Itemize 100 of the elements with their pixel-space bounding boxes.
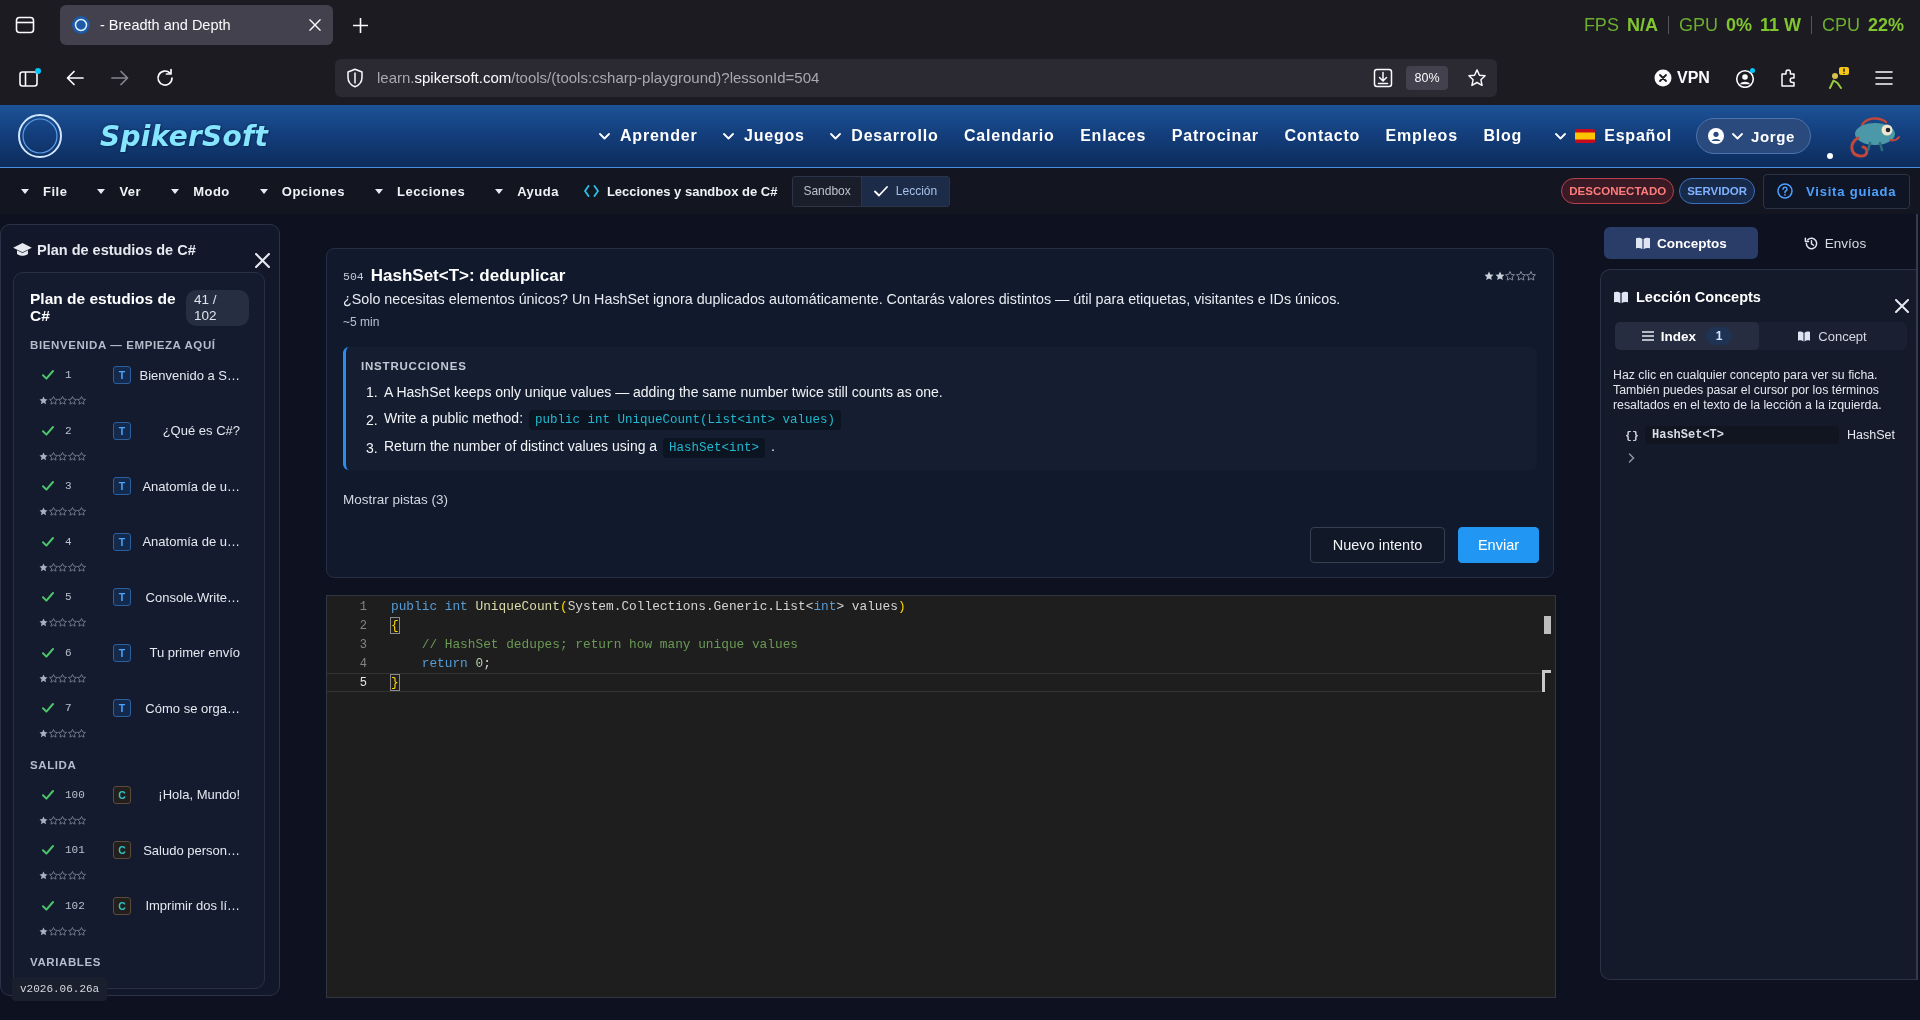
nav-link[interactable]: Contacto xyxy=(1284,127,1361,145)
user-menu-button[interactable]: Jorge xyxy=(1696,118,1811,154)
star-icon xyxy=(77,673,86,683)
nav-link[interactable]: Enlaces xyxy=(1080,127,1147,145)
perf-label: FPS xyxy=(1583,16,1619,34)
lesson-number: 6 xyxy=(65,646,73,659)
lesson-title[interactable]: ¿Qué es C#? xyxy=(139,423,240,438)
lesson-title[interactable]: Saludo person… xyxy=(139,842,240,858)
star-icon xyxy=(48,729,58,738)
star-icon xyxy=(48,507,58,516)
panel-tab[interactable]: Envíos xyxy=(1758,227,1912,259)
account-icon[interactable] xyxy=(1734,67,1755,88)
nav-link[interactable]: Blog xyxy=(1483,127,1523,145)
lesson-title[interactable]: Anatomía de u… xyxy=(139,534,240,549)
list-icon xyxy=(1641,331,1654,341)
site-logo[interactable]: SpikerSoft xyxy=(100,119,269,153)
lesson-type-badge: C xyxy=(113,841,131,859)
concept-name: HashSet xyxy=(1847,428,1895,442)
language-selector[interactable]: Español xyxy=(1555,127,1672,145)
menu-button[interactable]: File xyxy=(21,183,68,199)
menu-button[interactable]: Lecciones xyxy=(375,183,466,199)
scrollbar-thumb[interactable] xyxy=(1544,616,1551,634)
caret-down-icon xyxy=(495,188,504,194)
lesson-title[interactable]: Cómo se orga… xyxy=(139,700,240,716)
status-badge: SERVIDOR xyxy=(1679,178,1755,204)
star-icon xyxy=(77,729,86,738)
sidebar-icon[interactable] xyxy=(19,67,41,88)
nav-link[interactable]: Desarrollo xyxy=(830,127,939,145)
concept-term[interactable]: HashSet<T> xyxy=(1645,426,1839,444)
star-icon xyxy=(48,451,58,461)
instructions-heading: INSTRUCCIONES xyxy=(361,360,468,372)
new-attempt-button[interactable]: Nuevo intento xyxy=(1310,527,1445,563)
nav-link[interactable]: Calendario xyxy=(963,127,1055,145)
nav-link[interactable]: Empleos xyxy=(1385,127,1458,145)
star-icon xyxy=(39,618,48,627)
lesson-title[interactable]: Tu primer envío xyxy=(139,645,240,660)
breadcrumb-title: Lecciones y sandbox de C# xyxy=(606,183,778,199)
extension-icon[interactable] xyxy=(1826,66,1849,89)
step-text: Return the number of distinct values using a HashSet<int> . xyxy=(384,438,775,458)
tab-list-icon[interactable] xyxy=(15,15,35,35)
mode-tab[interactable]: Lección xyxy=(860,176,950,206)
browser-tab[interactable]: - Breadth and Depth xyxy=(60,5,333,45)
tour-button[interactable]: Visita guiada xyxy=(1763,173,1910,209)
lesson-number: 1 xyxy=(65,369,73,381)
star-icon xyxy=(58,871,67,880)
menu-button[interactable]: Ayuda xyxy=(495,183,559,199)
download-icon[interactable] xyxy=(1373,67,1393,88)
star-icon xyxy=(1494,271,1505,281)
panel-tab[interactable]: Conceptos xyxy=(1604,227,1758,259)
hints-link[interactable]: Mostrar pistas (3) xyxy=(343,490,449,508)
star-icon xyxy=(58,618,67,627)
star-icon xyxy=(67,451,77,461)
star-icon xyxy=(48,562,58,572)
nav-link[interactable]: Juegos xyxy=(723,127,805,145)
lesson-number: 4 xyxy=(65,535,73,548)
address-field[interactable]: learn.spikersoft.com/tools/(tools:csharp-playground)?lessonId=504 80% xyxy=(335,58,1497,97)
close-icon[interactable] xyxy=(255,253,270,268)
check-icon xyxy=(873,185,888,197)
close-icon[interactable] xyxy=(1895,299,1909,313)
caret-down-icon xyxy=(375,188,384,194)
lesson-description: ¿Solo necesitas elementos únicos? Un HashSet ignora duplicados automáticamente. Contarás valores distintos — útil para etiquetas, visitantes e IDs únicos. xyxy=(343,290,1342,309)
lesson-title[interactable]: Bienvenido a S… xyxy=(139,367,240,383)
lesson-type-badge: C xyxy=(113,896,131,915)
sidebar-title: Plan de estudios de C# xyxy=(37,241,196,259)
nav-link[interactable]: Aprender xyxy=(598,127,698,145)
zoom-level-button[interactable]: 80% xyxy=(1406,65,1448,90)
line-number: 1 xyxy=(358,599,367,614)
menu-icon[interactable] xyxy=(1874,69,1893,86)
star-icon xyxy=(77,396,86,405)
section-heading: BIENVENIDA — EMPIEZA AQUÍ xyxy=(30,338,217,352)
star-icon xyxy=(67,729,77,738)
line-number: 4 xyxy=(358,656,367,671)
view-tab[interactable]: Index 1 xyxy=(1615,322,1759,350)
ring-logo-icon[interactable] xyxy=(17,113,63,159)
lesson-title: HashSet<T>: deduplicar xyxy=(370,266,566,286)
step-number: 1. xyxy=(366,384,379,400)
star-icon xyxy=(1484,271,1494,281)
bookmark-star-icon[interactable] xyxy=(1468,68,1486,87)
concept-symbol: {} xyxy=(1625,428,1640,442)
menu-button[interactable]: Ver xyxy=(97,183,142,199)
lesson-title[interactable]: Console.Write… xyxy=(139,589,240,605)
menu-button[interactable]: Opciones xyxy=(259,183,346,199)
plus-icon[interactable] xyxy=(353,17,368,33)
chevron-right-icon[interactable] xyxy=(1628,453,1635,463)
star-icon xyxy=(39,815,48,825)
lesson-title[interactable]: Anatomía de u… xyxy=(139,478,240,494)
star-icon xyxy=(77,815,86,825)
lesson-title[interactable]: ¡Hola, Mundo! xyxy=(139,787,240,802)
chevron-down-icon xyxy=(1732,132,1743,140)
vpn-button[interactable]: VPN xyxy=(1654,68,1710,87)
menu-button[interactable]: Modo xyxy=(171,183,230,199)
view-tab[interactable]: Concept xyxy=(1759,322,1905,350)
lesson-duration: ~5 min xyxy=(343,315,381,329)
lesson-title[interactable]: Imprimir dos lí… xyxy=(139,898,240,913)
star-icon xyxy=(48,396,58,405)
reload-icon[interactable] xyxy=(155,67,175,88)
star-icon xyxy=(58,673,67,683)
nav-link[interactable]: Patrocinar xyxy=(1171,127,1259,145)
shield-icon[interactable] xyxy=(346,67,364,88)
star-icon xyxy=(77,562,86,572)
